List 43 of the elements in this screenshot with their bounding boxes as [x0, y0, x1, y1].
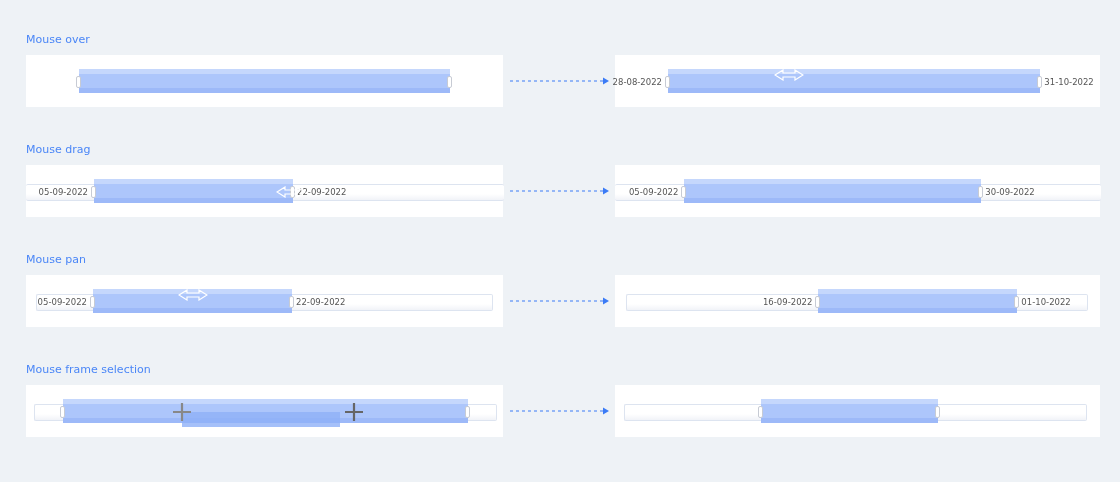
- range-handle[interactable]: [91, 186, 96, 198]
- section-title: Mouse drag: [26, 142, 92, 158]
- range-handle[interactable]: [290, 186, 295, 198]
- date-label: 22-09-2022: [296, 296, 346, 309]
- date-label: 05-09-2022: [37, 296, 87, 309]
- selected-range[interactable]: [684, 179, 982, 203]
- range-handle[interactable]: [465, 406, 470, 418]
- double-arrow-cursor-icon: [178, 289, 208, 301]
- range-handle[interactable]: [681, 186, 687, 198]
- section-title: Mouse pan: [26, 252, 87, 268]
- date-label: 05-09-2022: [628, 186, 679, 199]
- range-handle[interactable]: [447, 76, 452, 88]
- range-handle[interactable]: [60, 406, 65, 418]
- slider-track: [468, 404, 497, 421]
- range-handle[interactable]: [1014, 296, 1020, 308]
- section-title: Mouse frame selection: [26, 362, 152, 378]
- date-label: 31-10-2022: [1044, 76, 1094, 89]
- range-handle[interactable]: [289, 296, 294, 308]
- range-handle[interactable]: [815, 296, 821, 308]
- selected-range[interactable]: [93, 289, 292, 313]
- double-arrow-cursor-icon: [774, 69, 805, 81]
- selected-range[interactable]: [668, 69, 1041, 93]
- section-title: Mouse over: [26, 32, 91, 48]
- date-label: 05-09-2022: [38, 186, 88, 199]
- date-label: 01-10-2022: [1021, 296, 1071, 309]
- crosshair-cursor-icon: [173, 403, 191, 421]
- crosshair-cursor-icon: [345, 403, 363, 421]
- range-handle[interactable]: [935, 406, 941, 418]
- range-handle[interactable]: [758, 406, 764, 418]
- selected-range[interactable]: [79, 69, 450, 93]
- slider-track: [34, 404, 63, 421]
- date-label: 28-08-2022: [612, 76, 662, 89]
- range-handle[interactable]: [978, 186, 984, 198]
- range-handle[interactable]: [76, 76, 81, 88]
- range-handle[interactable]: [1037, 76, 1043, 88]
- date-label: 16-09-2022: [762, 296, 813, 309]
- selected-range[interactable]: [94, 179, 293, 203]
- selected-range[interactable]: [818, 289, 1018, 313]
- range-handle[interactable]: [90, 296, 95, 308]
- range-handle[interactable]: [665, 76, 671, 88]
- date-label: 30-09-2022: [985, 186, 1035, 199]
- date-label: 22-09-2022: [297, 186, 347, 199]
- selected-range[interactable]: [761, 399, 939, 423]
